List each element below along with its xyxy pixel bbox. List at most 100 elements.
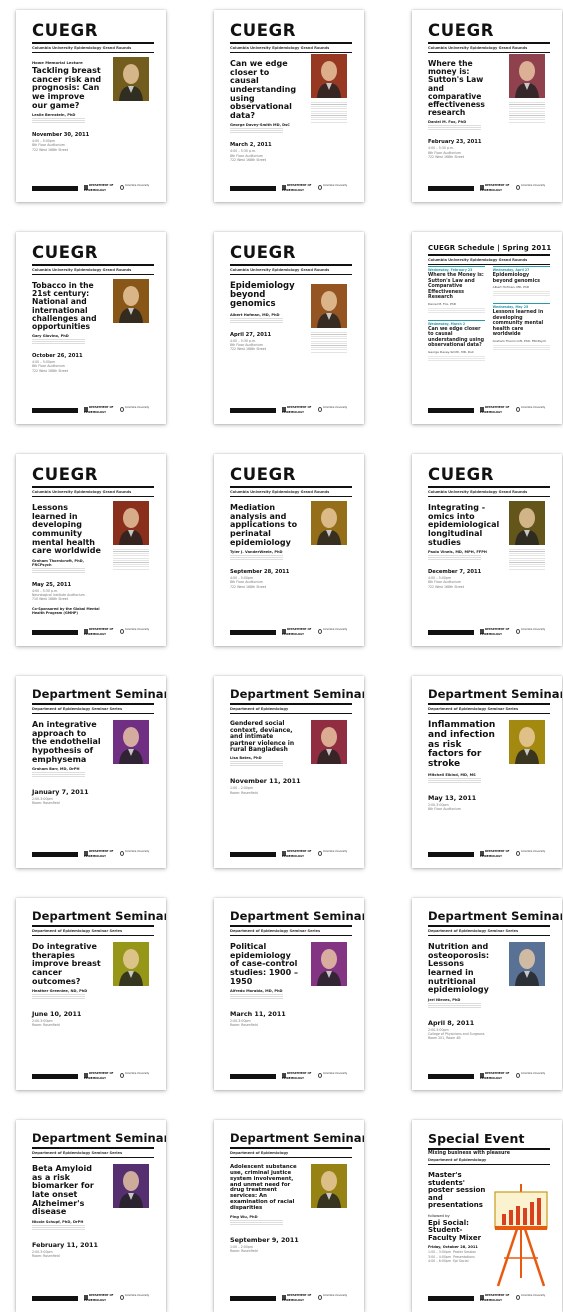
poster-date: January 7, 2011: [32, 788, 89, 797]
university-logo: Columbia University: [120, 184, 154, 191]
header-rule-thin: [32, 51, 154, 53]
poster-card[interactable]: Department Seminar Department of Epidemio…: [16, 676, 166, 868]
abstract-text: [509, 549, 545, 571]
poster-content: Beta Amyloid as a risk biomarker for lat…: [32, 1164, 102, 1258]
schedule-date: Wednesday, April 27: [492, 266, 550, 272]
poster-card[interactable]: Department Seminar Department of Epidemio…: [214, 676, 364, 868]
poster-card[interactable]: Special Event Mixing business with pleasu…: [412, 1120, 562, 1312]
poster-series-title: Department Seminar: [428, 687, 562, 701]
speaker-photo: [311, 501, 347, 545]
speaker-photo: [311, 942, 347, 986]
poster-subtitle: Columbia University Epidemiology Grand R…: [230, 489, 330, 494]
department-logo-text: DEPARTMENT OF EPIDEMIOLOGY: [480, 1072, 510, 1080]
poster-footer: DEPARTMENT OF EPIDEMIOLOGY Columbia Unive…: [428, 628, 550, 636]
header-rule-thin: [230, 712, 352, 714]
poster-subtitle: Department of Epidemiology: [230, 706, 289, 711]
poster-speaker: Jeri Nieves, PhD: [428, 997, 461, 1002]
poster-talk-title: Beta Amyloid as a risk biomarker for lat…: [32, 1164, 94, 1217]
university-crown-icon: [120, 629, 124, 634]
poster-card[interactable]: CUEGR Columbia University Epidemiology Gr…: [412, 10, 562, 202]
speaker-photo: [113, 501, 149, 545]
header-rule: [428, 254, 550, 256]
university-logo: Columbia University: [318, 184, 352, 191]
poster-series-title: CUEGR: [32, 465, 99, 484]
poster-details: 4:00 – 5:30 p.m. 8th Floor Auditorium 72…: [230, 338, 266, 351]
university-logo: Columbia University: [516, 184, 550, 191]
poster-card[interactable]: Department Seminar Department of Epidemio…: [214, 1120, 364, 1312]
header-rule: [428, 485, 550, 488]
poster-footer: DEPARTMENT OF EPIDEMIOLOGY Columbia Unive…: [32, 406, 154, 414]
poster-card[interactable]: CUEGR Columbia University Epidemiology Gr…: [214, 232, 364, 424]
footer-bar: [428, 852, 474, 857]
poster-series-title: CUEGR: [230, 465, 297, 484]
department-logo: DEPARTMENT OF EPIDEMIOLOGY: [84, 1072, 120, 1080]
poster-details: 2:00-3:00pm Room: Rosenfield: [230, 1019, 258, 1028]
department-logo-text: DEPARTMENT OF EPIDEMIOLOGY: [282, 406, 312, 414]
poster-followed-by: followed by: [428, 1212, 450, 1218]
university-crown-icon: [318, 1073, 322, 1078]
poster-date: March 11, 2011: [230, 1010, 286, 1019]
university-logo-text: Columbia University: [323, 1072, 348, 1075]
abstract-text: [311, 102, 347, 124]
university-crown-icon: [120, 851, 124, 856]
footer-bar: [230, 1074, 276, 1079]
poster-speaker: Lisa Bates, PhD: [230, 756, 262, 761]
poster-footer: DEPARTMENT OF EPIDEMIOLOGY Columbia Unive…: [32, 1294, 154, 1302]
poster-subtitle: Columbia University Epidemiology Grand R…: [428, 489, 528, 494]
poster-card[interactable]: CUEGR Columbia University Epidemiology Gr…: [16, 454, 166, 646]
university-logo: Columbia University: [318, 628, 352, 635]
university-logo-text: Columbia University: [125, 628, 150, 631]
department-logo-text: DEPARTMENT OF EPIDEMIOLOGY: [84, 628, 114, 636]
poster-details: 2:00-3:00pm Room: Rosenfield: [32, 797, 60, 806]
poster-talk-title: Inflammation and infection as risk facto…: [428, 720, 496, 769]
header-rule-thin: [32, 495, 154, 497]
poster-series-title: CUEGR: [230, 243, 297, 262]
department-logo: DEPARTMENT OF EPIDEMIOLOGY: [84, 628, 120, 636]
poster-card[interactable]: CUEGR Columbia University Epidemiology Gr…: [214, 454, 364, 646]
speaker-affiliation: [32, 994, 85, 1001]
poster-footer: DEPARTMENT OF EPIDEMIOLOGY Columbia Unive…: [32, 850, 154, 858]
schedule-date: Wednesday, February 23: [428, 266, 486, 272]
poster-subtitle: Department of Epidemiology Seminar Serie…: [428, 928, 519, 933]
university-logo-text: Columbia University: [521, 1294, 546, 1297]
poster-card[interactable]: CUEGR Columbia University Epidemiology Gr…: [16, 232, 166, 424]
university-crown-icon: [516, 1295, 520, 1300]
speaker-photo: [509, 720, 545, 764]
poster-footer: DEPARTMENT OF EPIDEMIOLOGY Columbia Unive…: [230, 628, 352, 636]
poster-card[interactable]: CUEGR Columbia University Epidemiology Gr…: [412, 454, 562, 646]
poster-card[interactable]: CUEGR Columbia University Epidemiology Gr…: [214, 10, 364, 202]
header-rule: [32, 702, 154, 705]
schedule-column-right: Wednesday, April 27 Epidemiology beyond g…: [492, 266, 550, 406]
poster-card[interactable]: Department Seminar Department of Epidemio…: [214, 898, 364, 1090]
poster-card[interactable]: Department Seminar Department of Epidemio…: [16, 1120, 166, 1312]
poster-content: Gendered social context, deviance, and i…: [230, 720, 301, 795]
schedule-speaker: Daniel M. Fox, PhD: [428, 301, 457, 306]
speaker-photo: [509, 942, 545, 986]
poster-card[interactable]: Department Seminar Department of Epidemio…: [412, 676, 562, 868]
poster-speaker: Alfredo Morabia, MD, PhD: [230, 989, 283, 994]
poster-speaker: Nicole Schupf, PhD, DrPH: [32, 1219, 84, 1224]
header-rule: [428, 924, 550, 927]
poster-series-title: CUEGR Schedule | Spring 2011: [428, 244, 552, 252]
poster-card[interactable]: CUEGR Columbia University Epidemiology Gr…: [16, 10, 166, 202]
poster-subtitle: Department of Epidemiology Seminar Serie…: [32, 1150, 123, 1155]
poster-talk-title: Tobacco in the 21st century: National an…: [32, 281, 97, 332]
poster-card[interactable]: Department Seminar Department of Epidemio…: [412, 898, 562, 1090]
poster-talk-title: Mediation analysis and applications to p…: [230, 503, 298, 547]
poster-card[interactable]: Department Seminar Department of Epidemio…: [16, 898, 166, 1090]
university-crown-icon: [318, 851, 322, 856]
university-logo-text: Columbia University: [125, 1294, 150, 1297]
poster-card[interactable]: CUEGR Schedule | Spring 2011 Columbia Uni…: [412, 232, 562, 424]
header-rule: [230, 702, 352, 705]
poster-series-title: CUEGR: [32, 243, 99, 262]
poster-series-title: CUEGR: [428, 465, 495, 484]
header-rule: [230, 485, 352, 488]
poster-date: December 7, 2011: [428, 569, 482, 576]
header-rule-thin: [32, 934, 154, 936]
university-logo-text: Columbia University: [521, 628, 546, 631]
poster-series-title: CUEGR: [428, 21, 495, 40]
poster-footer: DEPARTMENT OF EPIDEMIOLOGY Columbia Unive…: [230, 1072, 352, 1080]
poster-speaker: Mitchell Elkind, MD, MS: [428, 772, 476, 777]
poster-footer: DEPARTMENT OF EPIDEMIOLOGY Columbia Unive…: [428, 184, 550, 192]
department-logo-text: DEPARTMENT OF EPIDEMIOLOGY: [282, 1072, 312, 1080]
